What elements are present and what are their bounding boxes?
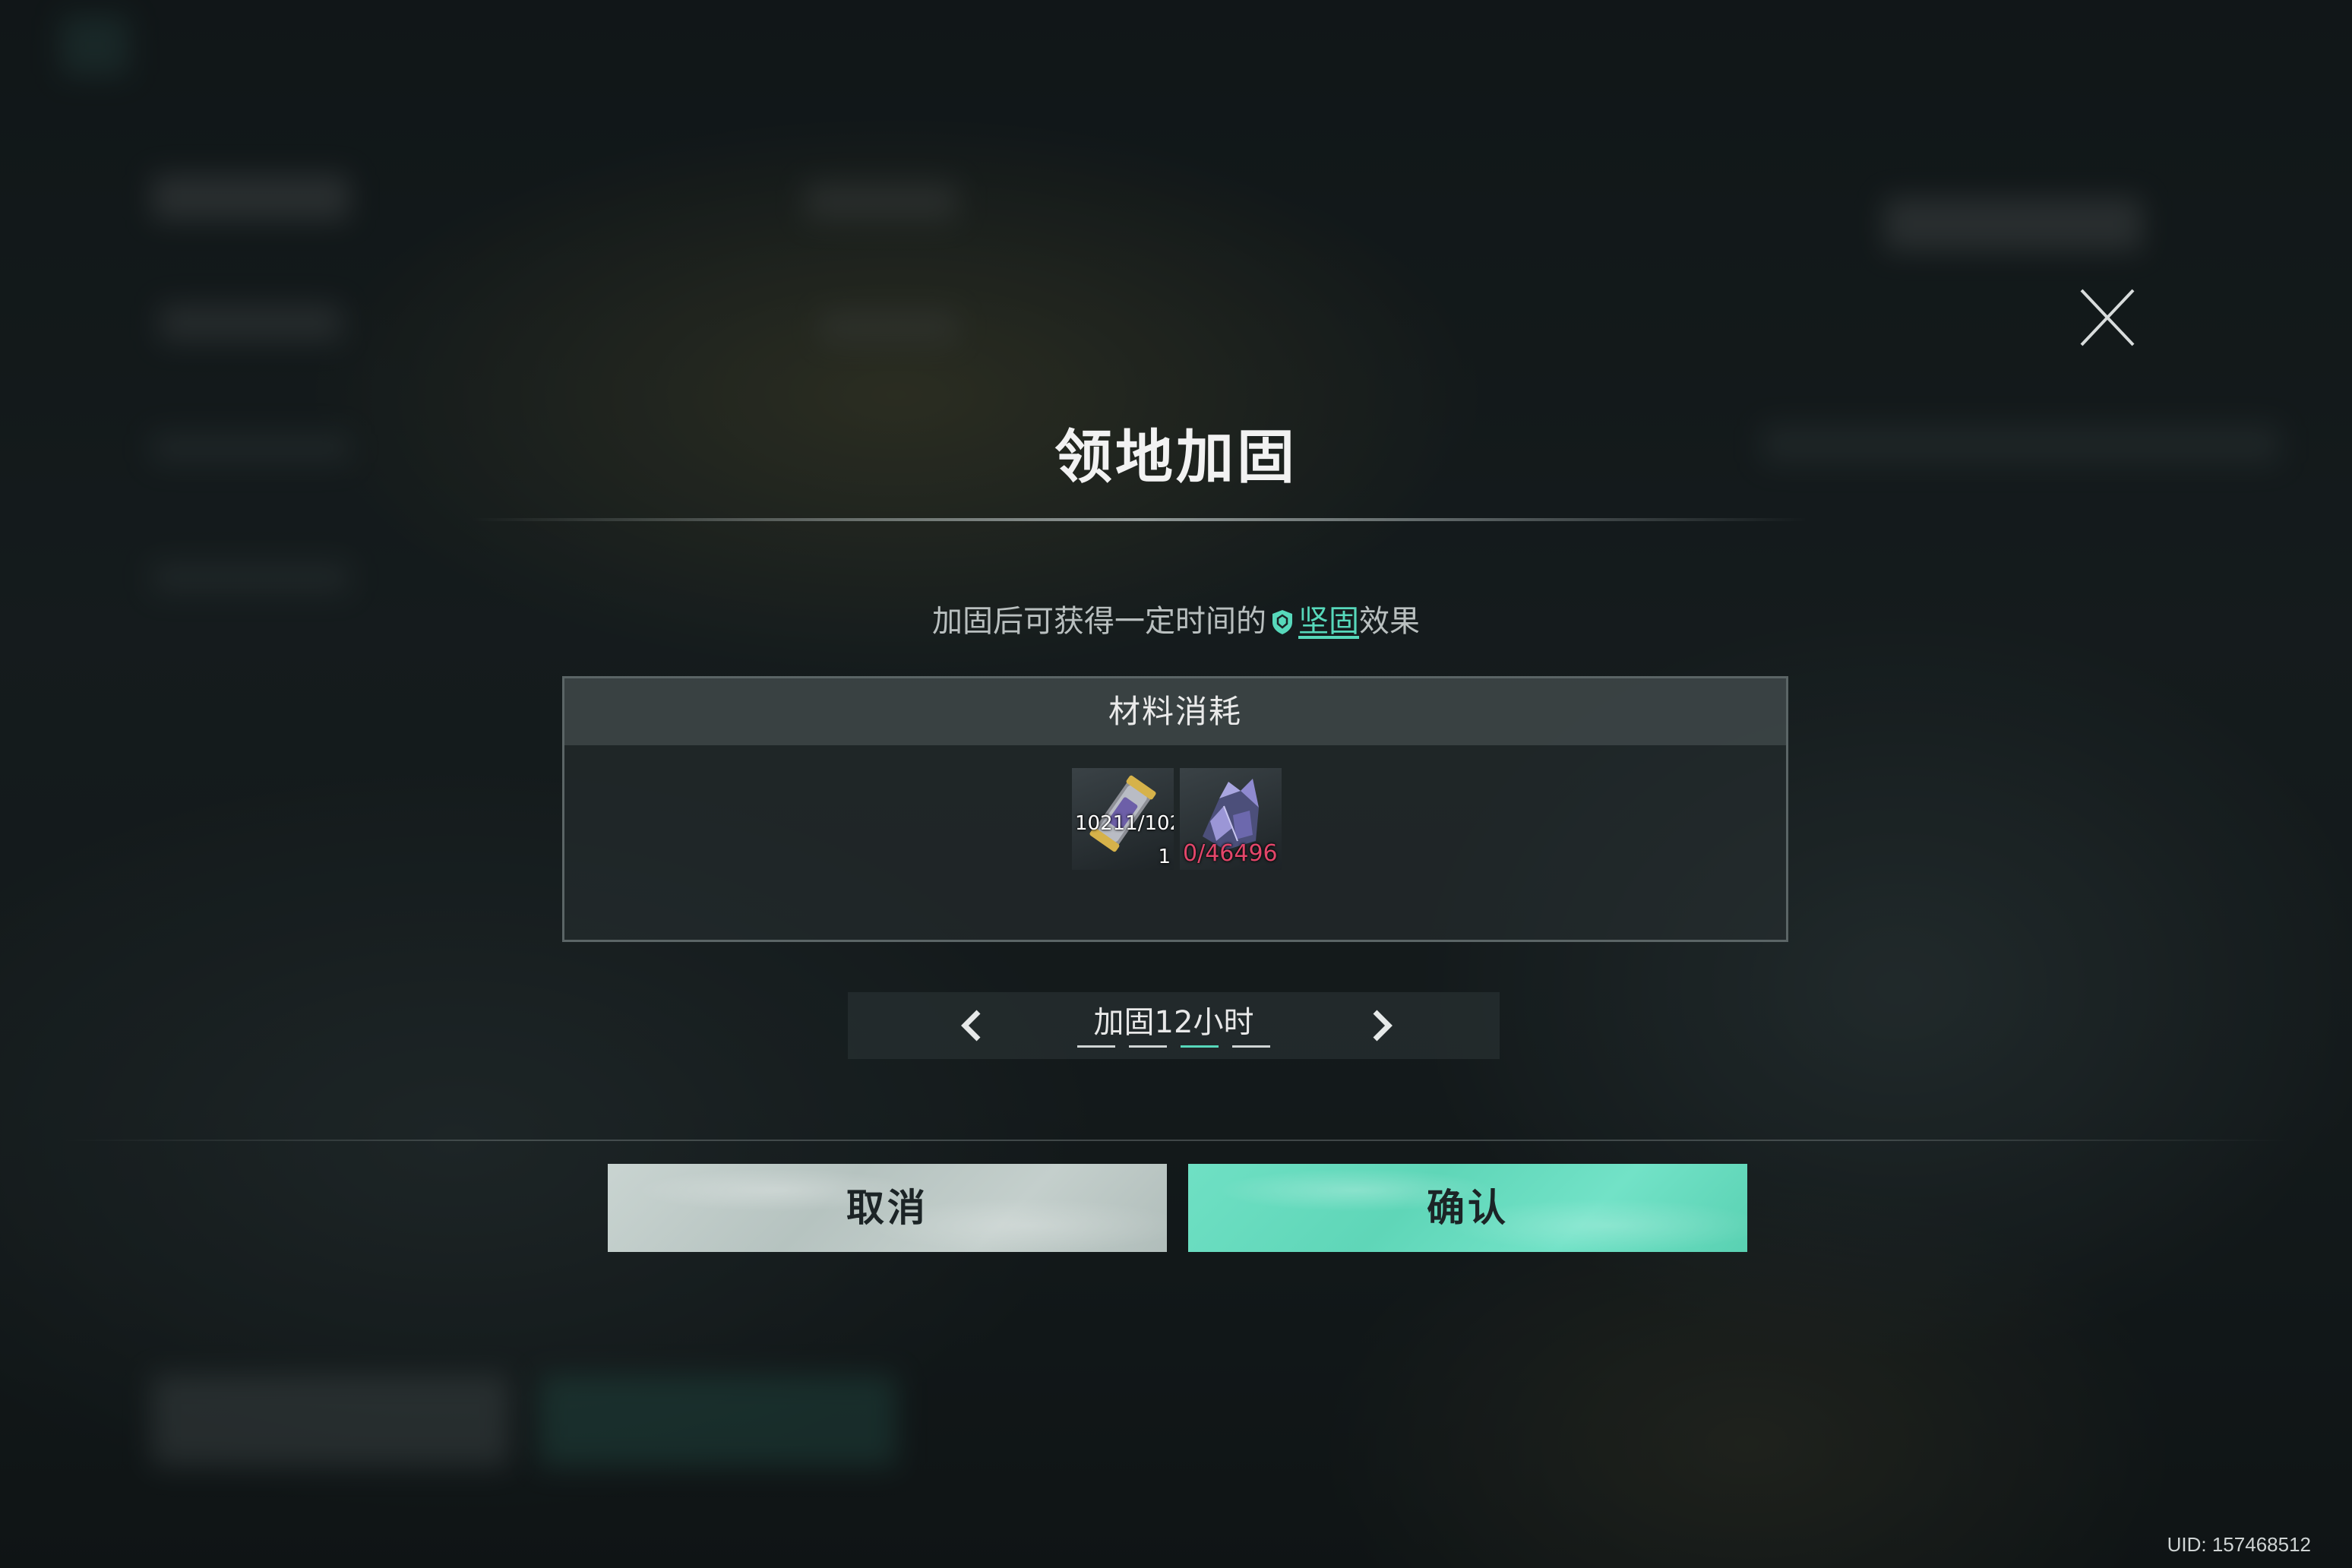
shield-icon	[1271, 605, 1294, 647]
chevron-right-icon	[1373, 1010, 1393, 1042]
materials-panel: 材料消耗 10211/1021 1	[562, 676, 1788, 942]
game-screen: 领地加固 加固后可获得一定时间的坚固效果 材料消耗 10211/1021 1	[0, 0, 2352, 1568]
step-marker	[1129, 1045, 1167, 1048]
item-count-insufficient: 0/46496	[1183, 840, 1278, 867]
close-icon	[2080, 289, 2135, 346]
step-marker	[1232, 1045, 1270, 1048]
cancel-button[interactable]: 取消	[608, 1164, 1167, 1252]
title-divider	[471, 518, 1808, 521]
dialog-title: 领地加固	[1054, 423, 1298, 491]
confirm-label: 确认	[1427, 1186, 1509, 1230]
duration-step-indicator	[1077, 1045, 1275, 1048]
close-button[interactable]	[2077, 286, 2138, 349]
confirm-button[interactable]: 确认	[1188, 1164, 1747, 1252]
description-text: 加固后可获得一定时间的 坚固效果	[0, 600, 2352, 647]
item-count-overflow: 1	[1158, 846, 1171, 868]
material-item-canister[interactable]: 10211/1021 1	[1072, 768, 1174, 870]
step-marker-active	[1181, 1045, 1219, 1048]
step-marker	[1077, 1045, 1115, 1048]
keyword-link[interactable]: 坚固	[1298, 604, 1359, 639]
cancel-label: 取消	[846, 1186, 928, 1230]
description-prefix: 加固后可获得一定时间的	[932, 604, 1266, 639]
duration-label: 加固12小时	[1093, 1005, 1254, 1040]
description-suffix: 效果	[1359, 604, 1420, 639]
uid-label: UID: 157468512	[2167, 1533, 2311, 1556]
next-duration-button[interactable]	[1363, 1007, 1399, 1044]
item-count: 10211/1021	[1075, 812, 1174, 835]
footer-divider	[61, 1140, 2291, 1141]
material-item-crystal-ore[interactable]: 0/46496	[1180, 768, 1282, 870]
materials-header: 材料消耗	[564, 678, 1786, 745]
duration-selector: 加固12小时	[848, 992, 1500, 1059]
